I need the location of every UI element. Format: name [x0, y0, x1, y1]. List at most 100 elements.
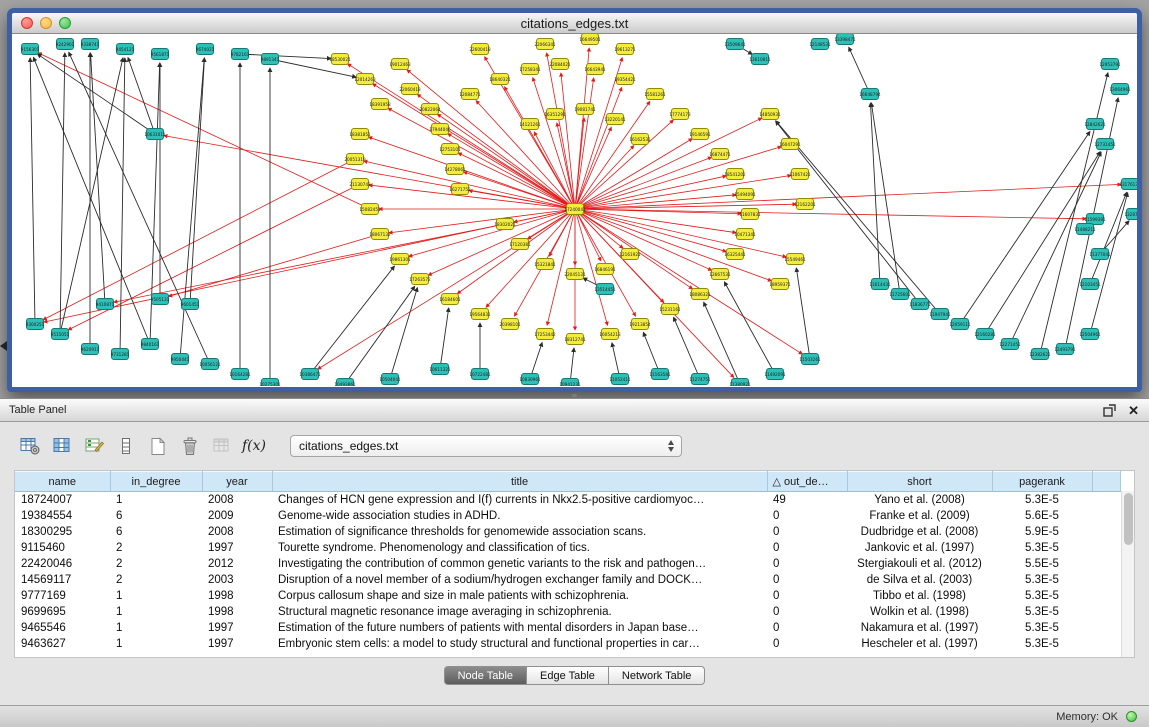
graph-node[interactable]: 12753101	[439, 144, 461, 155]
graph-node[interactable]: 11492091	[764, 369, 786, 380]
table-cell[interactable]: 0	[767, 524, 847, 540]
table-cell[interactable]: 2003	[202, 572, 272, 588]
graph-node[interactable]: 12731451	[1094, 139, 1116, 150]
table-cell[interactable]: 0	[767, 636, 847, 652]
graph-node[interactable]: 11725601	[889, 289, 911, 300]
table-cell[interactable]: 2008	[202, 492, 272, 508]
graph-node[interactable]: 18391958	[369, 99, 391, 110]
graph-node[interactable]: 12014263	[354, 74, 376, 85]
table-selector-dropdown[interactable]: citations_edges.txt	[290, 435, 682, 457]
table-row[interactable]: 1938455462009Genome-wide association stu…	[15, 508, 1121, 524]
graph-node[interactable]: 9156301	[21, 44, 40, 55]
graph-edge[interactable]	[575, 176, 726, 209]
graph-node[interactable]: 13287301	[1124, 209, 1137, 220]
table-cell[interactable]: 1	[110, 604, 202, 620]
graph-edge[interactable]	[114, 224, 505, 302]
graph-node[interactable]: 19213854	[629, 319, 651, 330]
graph-edge[interactable]	[985, 152, 1100, 334]
table-row[interactable]: 969969511998Structural magnetic resonanc…	[15, 604, 1121, 620]
table-row[interactable]: 946554611997Estimation of the future num…	[15, 620, 1121, 636]
graph-edge[interactable]	[369, 185, 575, 209]
tab-network-table[interactable]: Network Table	[609, 666, 706, 685]
graph-node[interactable]: 11377041	[1089, 249, 1111, 260]
graph-node[interactable]: 12160281	[974, 329, 996, 340]
table-cell[interactable]: 9777169	[15, 588, 110, 604]
table-cell[interactable]: Genome-wide association studies in ADHD.	[272, 508, 767, 524]
table-cell[interactable]: Nakamura et al. (1997)	[847, 620, 992, 636]
graph-edge[interactable]	[128, 57, 155, 134]
graph-node[interactable]: 9515051	[51, 329, 70, 340]
graph-node[interactable]: 18959371	[769, 279, 791, 290]
table-cell[interactable]: 5.3E-5	[992, 604, 1092, 620]
network-canvas[interactable]: 1724004118530021190124631201426322060418…	[12, 34, 1137, 386]
table-row[interactable]: 1456911722003Disruption of a novel membe…	[15, 572, 1121, 588]
table-cell[interactable]: Wolkin et al. (1998)	[847, 604, 992, 620]
table-cell[interactable]: 2	[110, 556, 202, 572]
citation-network-graph[interactable]: 1724004118530021190124631201426322060418…	[12, 34, 1137, 386]
graph-node[interactable]: 17258341	[519, 64, 541, 75]
graph-node[interactable]: 10164281	[229, 369, 251, 380]
graph-edge[interactable]	[796, 268, 810, 359]
graph-node[interactable]: 12953791	[1099, 59, 1121, 70]
graph-node[interactable]: 9950441	[171, 354, 190, 365]
graph-node[interactable]: 19354421	[614, 74, 636, 85]
graph-node[interactable]: 12382621	[1029, 349, 1051, 360]
table-cell[interactable]: 22420046	[15, 556, 110, 572]
table-cell[interactable]: Stergiakouli et al. (2012)	[847, 556, 992, 572]
graph-node[interactable]: 11380921	[729, 379, 751, 387]
table-cell[interactable]: 0	[767, 588, 847, 604]
graph-node[interactable]: 11488211	[1074, 224, 1096, 235]
graph-node[interactable]: 13610811	[749, 54, 771, 65]
graph-node[interactable]: 10611321	[429, 364, 451, 375]
graph-node[interactable]: 9620911	[81, 344, 100, 355]
table-cell[interactable]: 1997	[202, 540, 272, 556]
graph-node[interactable]: 10056121	[199, 359, 221, 370]
graph-edge[interactable]	[575, 209, 1086, 219]
table-cell[interactable]: Investigating the contribution of common…	[272, 556, 767, 572]
table-cell[interactable]: 5.3E-5	[992, 636, 1092, 652]
graph-node[interactable]: 19146591	[689, 129, 711, 140]
graph-node[interactable]: 12493791	[1054, 344, 1076, 355]
graph-edge[interactable]	[440, 308, 449, 369]
graph-node[interactable]: 17944046	[429, 124, 451, 135]
graph-node[interactable]: 22045131	[564, 269, 586, 280]
graph-node[interactable]: 15549461	[784, 254, 806, 265]
column-header-out_de[interactable]: △ out_de…	[767, 472, 847, 492]
table-cell[interactable]: 18724007	[15, 492, 110, 508]
table-cell[interactable]: 1997	[202, 636, 272, 652]
graph-node[interactable]: 10830961	[519, 374, 541, 385]
graph-node[interactable]: 15082451	[359, 204, 381, 215]
graph-edge[interactable]	[180, 58, 204, 359]
vertical-scrollbar[interactable]	[1121, 491, 1134, 657]
graph-node[interactable]: 16874471	[709, 149, 731, 160]
graph-edge[interactable]	[575, 209, 726, 252]
table-cell[interactable]: de Silva et al. (2003)	[847, 572, 992, 588]
graph-node[interactable]: 22600418	[469, 44, 491, 55]
table-cell[interactable]: 0	[767, 604, 847, 620]
graph-edge[interactable]	[60, 53, 65, 334]
graph-edge[interactable]	[776, 121, 940, 314]
graph-node[interactable]: 12667531	[709, 269, 731, 280]
graph-node[interactable]: 12504961	[1079, 329, 1101, 340]
table-cell[interactable]: 18300295	[15, 524, 110, 540]
graph-node[interactable]: 9338741	[81, 39, 100, 50]
new-file-icon[interactable]	[144, 434, 172, 458]
splitter-handle[interactable]	[572, 394, 577, 397]
graph-node[interactable]: 9674021	[196, 44, 215, 55]
graph-edge[interactable]	[190, 58, 204, 304]
graph-node[interactable]: 9891341	[261, 54, 280, 65]
graph-edge[interactable]	[849, 47, 870, 94]
graph-edge[interactable]	[409, 209, 575, 257]
graph-node[interactable]: 13514451	[594, 284, 616, 295]
graph-edge[interactable]	[407, 70, 575, 209]
column-header-year[interactable]: year	[202, 472, 272, 492]
graph-edge[interactable]	[30, 58, 35, 324]
table-cell[interactable]: 14569117	[15, 572, 110, 588]
graph-node[interactable]: 9505131	[151, 294, 170, 305]
table-cell[interactable]: 5.5E-5	[992, 556, 1092, 572]
table-cell[interactable]: 0	[767, 508, 847, 524]
table-cell[interactable]: 2	[110, 572, 202, 588]
graph-node[interactable]: 15581261	[644, 89, 666, 100]
table-cell[interactable]: Disruption of a novel member of a sodium…	[272, 572, 767, 588]
column-header-pagerank[interactable]: pagerank	[992, 472, 1092, 492]
